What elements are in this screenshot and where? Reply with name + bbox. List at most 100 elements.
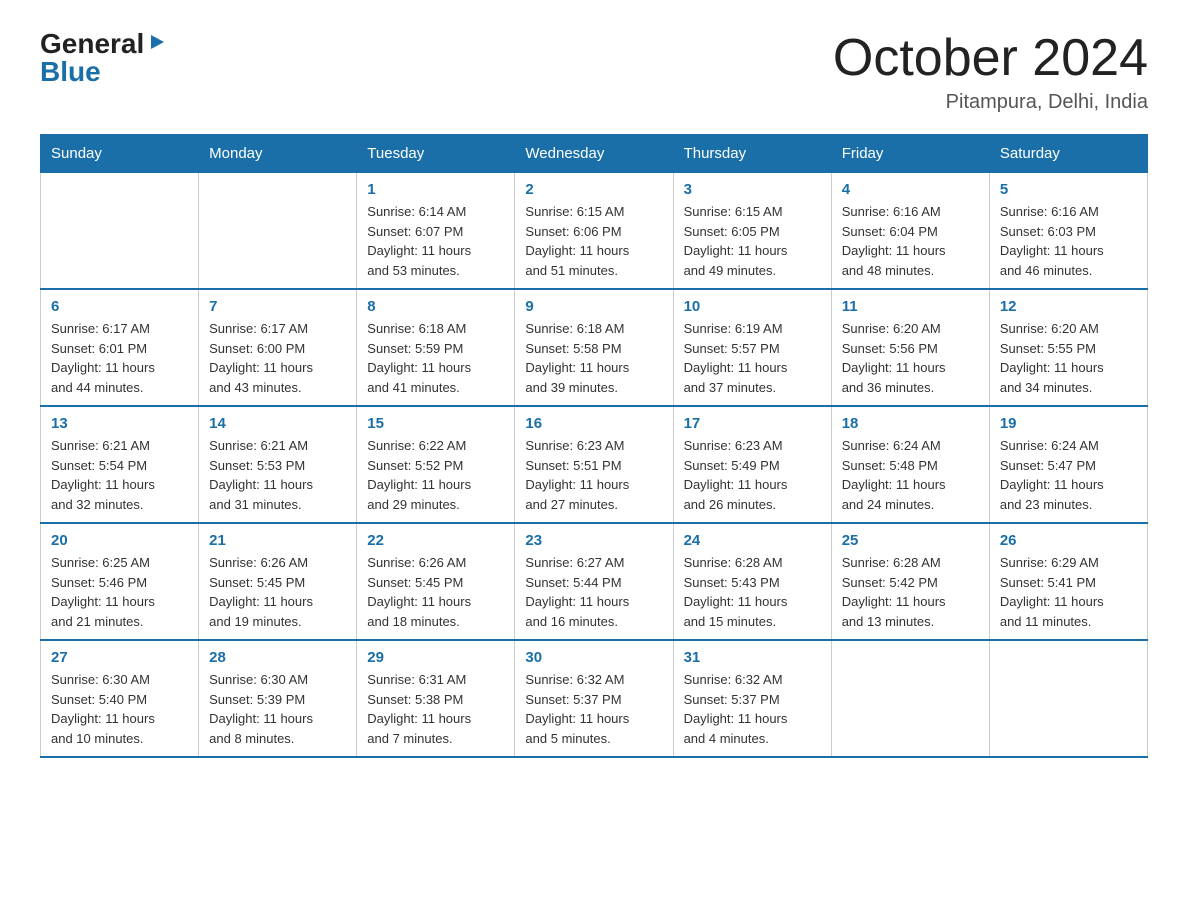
day-info: Sunrise: 6:24 AM Sunset: 5:47 PM Dayligh… — [1000, 436, 1137, 514]
calendar-cell: 7 Sunrise: 6:17 AM Sunset: 6:00 PM Daylig… — [199, 289, 357, 406]
calendar-cell: 2 Sunrise: 6:15 AM Sunset: 6:06 PM Daylig… — [515, 173, 673, 290]
calendar-body: 1Sunrise: 6:14 AM Sunset: 6:07 PM Daylig… — [41, 173, 1148, 758]
day-info: Sunrise: 6:18 AM Sunset: 5:58 PM Dayligh… — [525, 319, 662, 397]
day-number: 19 — [1000, 415, 1137, 432]
day-number: 18 — [842, 415, 979, 432]
logo: General Blue — [40, 30, 168, 86]
calendar-cell: 16 Sunrise: 6:23 AM Sunset: 5:51 PM Dayli… — [515, 406, 673, 523]
day-number: 13 — [51, 415, 188, 432]
day-number: 16 — [525, 415, 662, 432]
logo-general-text: General — [40, 30, 144, 58]
day-number: 7 — [209, 298, 346, 315]
day-number: 28 — [209, 649, 346, 666]
day-info: Sunrise: 6:21 AM Sunset: 5:53 PM Dayligh… — [209, 436, 346, 514]
calendar-week-row: 20Sunrise: 6:25 AM Sunset: 5:46 PM Dayli… — [41, 523, 1148, 640]
calendar-cell: 13 Sunrise: 6:21 AM Sunset: 5:54 PM Dayli… — [41, 406, 199, 523]
day-number: 17 — [684, 415, 821, 432]
day-info: Sunrise: 6:15 AM Sunset: 6:05 PM Dayligh… — [684, 202, 821, 280]
day-number: 24 — [684, 532, 821, 549]
day-number: 9 — [525, 298, 662, 315]
day-info: Sunrise: 6:16 AM Sunset: 6:03 PM Dayligh… — [1000, 202, 1137, 280]
day-info: Sunrise: 6:29 AM Sunset: 5:41 PM Dayligh… — [1000, 553, 1137, 631]
calendar-cell: 26 Sunrise: 6:29 AM Sunset: 5:41 PM Dayli… — [989, 523, 1147, 640]
day-number: 22 — [367, 532, 504, 549]
day-number: 21 — [209, 532, 346, 549]
day-info: Sunrise: 6:32 AM Sunset: 5:37 PM Dayligh… — [684, 670, 821, 748]
day-info: Sunrise: 6:20 AM Sunset: 5:55 PM Dayligh… — [1000, 319, 1137, 397]
day-number: 31 — [684, 649, 821, 666]
day-number: 25 — [842, 532, 979, 549]
day-info: Sunrise: 6:32 AM Sunset: 5:37 PM Dayligh… — [525, 670, 662, 748]
calendar-cell: 24 Sunrise: 6:28 AM Sunset: 5:43 PM Dayli… — [673, 523, 831, 640]
day-number: 15 — [367, 415, 504, 432]
day-number: 5 — [1000, 181, 1137, 198]
day-info: Sunrise: 6:31 AM Sunset: 5:38 PM Dayligh… — [367, 670, 504, 748]
calendar-cell: 30Sunrise: 6:32 AM Sunset: 5:37 PM Dayli… — [515, 640, 673, 757]
calendar-cell: 12 Sunrise: 6:20 AM Sunset: 5:55 PM Dayli… — [989, 289, 1147, 406]
day-number: 11 — [842, 298, 979, 315]
day-number: 8 — [367, 298, 504, 315]
calendar-location: Pitampura, Delhi, India — [833, 91, 1148, 114]
calendar-cell: 31 Sunrise: 6:32 AM Sunset: 5:37 PM Dayli… — [673, 640, 831, 757]
calendar-cell: 11 Sunrise: 6:20 AM Sunset: 5:56 PM Dayli… — [831, 289, 989, 406]
calendar-week-row: 1Sunrise: 6:14 AM Sunset: 6:07 PM Daylig… — [41, 173, 1148, 290]
day-info: Sunrise: 6:22 AM Sunset: 5:52 PM Dayligh… — [367, 436, 504, 514]
day-info: Sunrise: 6:25 AM Sunset: 5:46 PM Dayligh… — [51, 553, 188, 631]
calendar-header: SundayMondayTuesdayWednesdayThursdayFrid… — [41, 135, 1148, 173]
day-info: Sunrise: 6:17 AM Sunset: 6:00 PM Dayligh… — [209, 319, 346, 397]
days-of-week-row: SundayMondayTuesdayWednesdayThursdayFrid… — [41, 135, 1148, 173]
page-header: General Blue October 2024 Pitampura, Del… — [40, 30, 1148, 114]
day-number: 23 — [525, 532, 662, 549]
calendar-cell: 19 Sunrise: 6:24 AM Sunset: 5:47 PM Dayli… — [989, 406, 1147, 523]
calendar-cell: 17 Sunrise: 6:23 AM Sunset: 5:49 PM Dayli… — [673, 406, 831, 523]
calendar-week-row: 27 Sunrise: 6:30 AM Sunset: 5:40 PM Dayli… — [41, 640, 1148, 757]
day-info: Sunrise: 6:26 AM Sunset: 5:45 PM Dayligh… — [367, 553, 504, 631]
day-number: 4 — [842, 181, 979, 198]
day-number: 3 — [684, 181, 821, 198]
day-info: Sunrise: 6:27 AM Sunset: 5:44 PM Dayligh… — [525, 553, 662, 631]
day-info: Sunrise: 6:30 AM Sunset: 5:40 PM Dayligh… — [51, 670, 188, 748]
calendar-cell — [41, 173, 199, 290]
day-number: 14 — [209, 415, 346, 432]
calendar-cell: 20Sunrise: 6:25 AM Sunset: 5:46 PM Dayli… — [41, 523, 199, 640]
day-info: Sunrise: 6:26 AM Sunset: 5:45 PM Dayligh… — [209, 553, 346, 631]
day-number: 12 — [1000, 298, 1137, 315]
day-number: 10 — [684, 298, 821, 315]
day-info: Sunrise: 6:15 AM Sunset: 6:06 PM Dayligh… — [525, 202, 662, 280]
day-info: Sunrise: 6:20 AM Sunset: 5:56 PM Dayligh… — [842, 319, 979, 397]
calendar-cell: 22 Sunrise: 6:26 AM Sunset: 5:45 PM Dayli… — [357, 523, 515, 640]
calendar-cell: 29Sunrise: 6:31 AM Sunset: 5:38 PM Dayli… — [357, 640, 515, 757]
calendar-cell: 4 Sunrise: 6:16 AM Sunset: 6:04 PM Daylig… — [831, 173, 989, 290]
calendar-cell: 1Sunrise: 6:14 AM Sunset: 6:07 PM Daylig… — [357, 173, 515, 290]
day-number: 26 — [1000, 532, 1137, 549]
calendar-table: SundayMondayTuesdayWednesdayThursdayFrid… — [40, 134, 1148, 758]
day-info: Sunrise: 6:23 AM Sunset: 5:51 PM Dayligh… — [525, 436, 662, 514]
day-info: Sunrise: 6:19 AM Sunset: 5:57 PM Dayligh… — [684, 319, 821, 397]
calendar-cell: 28Sunrise: 6:30 AM Sunset: 5:39 PM Dayli… — [199, 640, 357, 757]
day-info: Sunrise: 6:21 AM Sunset: 5:54 PM Dayligh… — [51, 436, 188, 514]
day-info: Sunrise: 6:28 AM Sunset: 5:42 PM Dayligh… — [842, 553, 979, 631]
calendar-cell: 6Sunrise: 6:17 AM Sunset: 6:01 PM Daylig… — [41, 289, 199, 406]
day-info: Sunrise: 6:28 AM Sunset: 5:43 PM Dayligh… — [684, 553, 821, 631]
day-info: Sunrise: 6:23 AM Sunset: 5:49 PM Dayligh… — [684, 436, 821, 514]
day-number: 27 — [51, 649, 188, 666]
day-of-week-header: Wednesday — [515, 135, 673, 173]
day-info: Sunrise: 6:16 AM Sunset: 6:04 PM Dayligh… — [842, 202, 979, 280]
calendar-cell: 18 Sunrise: 6:24 AM Sunset: 5:48 PM Dayli… — [831, 406, 989, 523]
calendar-cell: 10 Sunrise: 6:19 AM Sunset: 5:57 PM Dayli… — [673, 289, 831, 406]
day-number: 2 — [525, 181, 662, 198]
day-of-week-header: Friday — [831, 135, 989, 173]
calendar-cell: 9 Sunrise: 6:18 AM Sunset: 5:58 PM Daylig… — [515, 289, 673, 406]
calendar-cell: 8 Sunrise: 6:18 AM Sunset: 5:59 PM Daylig… — [357, 289, 515, 406]
logo-blue-text: Blue — [40, 58, 101, 86]
day-of-week-header: Thursday — [673, 135, 831, 173]
day-info: Sunrise: 6:24 AM Sunset: 5:48 PM Dayligh… — [842, 436, 979, 514]
calendar-cell — [831, 640, 989, 757]
calendar-week-row: 13 Sunrise: 6:21 AM Sunset: 5:54 PM Dayli… — [41, 406, 1148, 523]
calendar-cell: 14 Sunrise: 6:21 AM Sunset: 5:53 PM Dayli… — [199, 406, 357, 523]
day-number: 1 — [367, 181, 504, 198]
day-number: 6 — [51, 298, 188, 315]
logo-triangle-icon — [146, 31, 168, 53]
day-info: Sunrise: 6:18 AM Sunset: 5:59 PM Dayligh… — [367, 319, 504, 397]
calendar-cell — [989, 640, 1147, 757]
